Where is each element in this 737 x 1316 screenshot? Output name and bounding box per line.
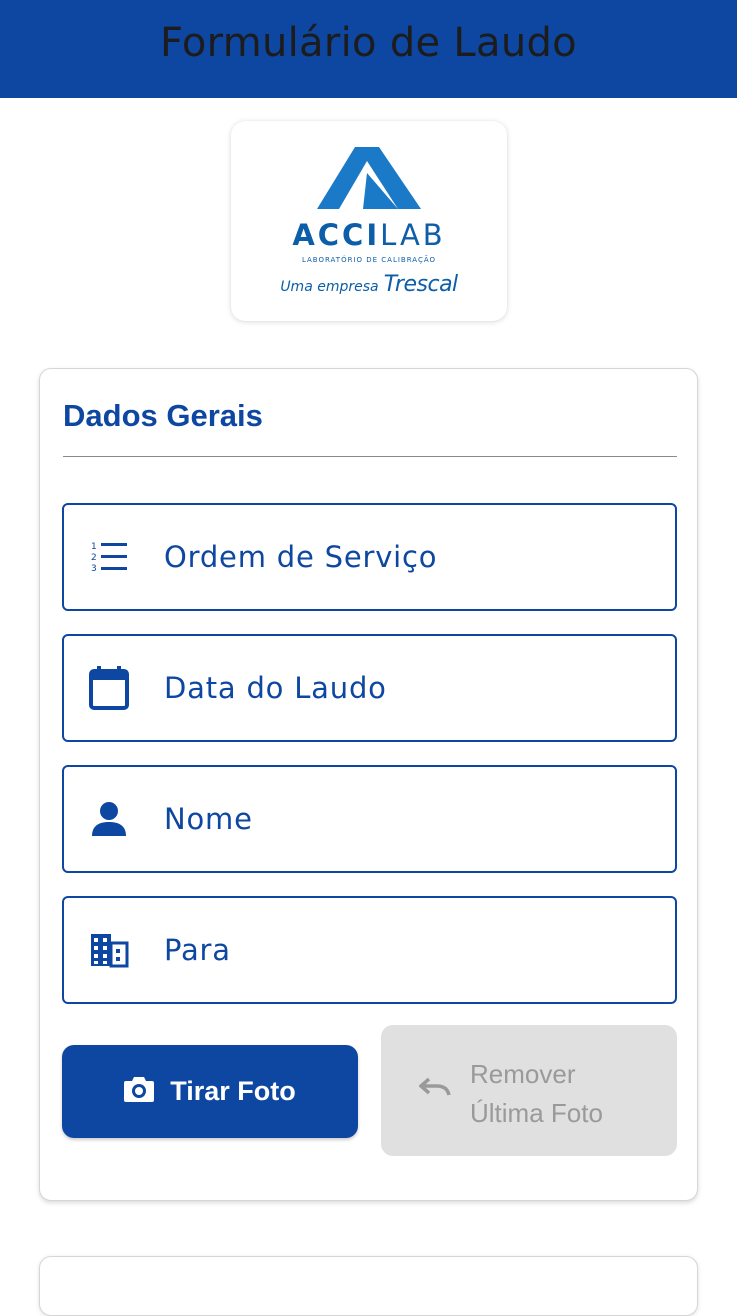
recipient-field[interactable]: Para — [62, 896, 677, 1004]
next-section-card — [39, 1256, 698, 1316]
section-divider — [63, 456, 677, 457]
take-photo-label: Tirar Foto — [170, 1076, 296, 1106]
logo-subtitle: LABORATÓRIO DE CALIBRAÇÃO — [301, 256, 437, 264]
logo-wordmark: ACCILAB — [292, 218, 446, 252]
camera-icon — [124, 1076, 155, 1107]
report-date-placeholder: Data do Laudo — [164, 671, 387, 705]
logo-tagline: Uma empresa Trescal — [280, 272, 458, 297]
calendar-icon — [88, 666, 130, 710]
app-bar: Formulário de Laudo — [0, 0, 737, 98]
undo-icon — [418, 1075, 451, 1104]
general-data-card: Dados Gerais 1 2 3 Ordem de Serviço Data… — [39, 368, 698, 1201]
service-order-placeholder: Ordem de Serviço — [164, 540, 438, 574]
svg-text:3: 3 — [91, 564, 97, 574]
accilab-logo-mark — [317, 147, 421, 209]
name-placeholder: Nome — [164, 802, 253, 836]
remove-last-photo-label: Remover Última Foto — [470, 1059, 603, 1128]
recipient-placeholder: Para — [164, 933, 231, 967]
take-photo-button[interactable]: Tirar Foto — [62, 1045, 358, 1138]
numbered-list-icon: 1 2 3 — [88, 536, 130, 578]
svg-text:2: 2 — [91, 553, 97, 563]
report-date-field[interactable]: Data do Laudo — [62, 634, 677, 742]
service-order-field[interactable]: 1 2 3 Ordem de Serviço — [62, 503, 677, 611]
name-field[interactable]: Nome — [62, 765, 677, 873]
svg-text:1: 1 — [91, 542, 97, 552]
company-logo: ACCILAB LABORATÓRIO DE CALIBRAÇÃO Uma em… — [231, 121, 507, 321]
building-icon — [88, 929, 130, 971]
person-icon — [88, 798, 130, 840]
section-title: Dados Gerais — [63, 398, 263, 433]
page-title: Formulário de Laudo — [160, 20, 577, 66]
remove-last-photo-button[interactable]: Remover Última Foto — [381, 1025, 677, 1156]
